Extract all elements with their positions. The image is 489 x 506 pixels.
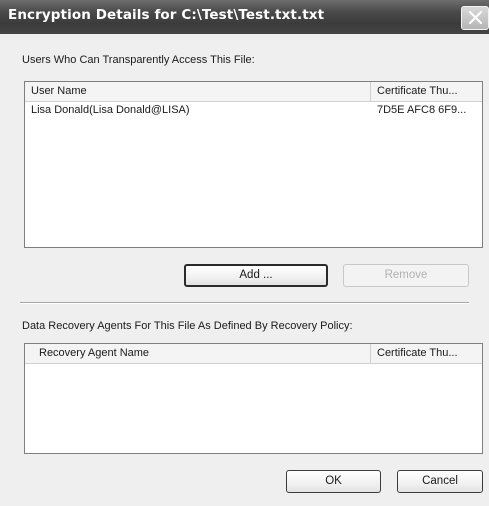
user-name-cell: Lisa Donald(Lisa Donald@LISA): [31, 104, 190, 116]
users-list[interactable]: User Name Certificate Thu... Lisa Donald…: [24, 81, 483, 248]
recovery-list-header: Recovery Agent Name Certificate Thu...: [25, 344, 482, 364]
window-title: Encryption Details for C:\Test\Test.txt.…: [8, 7, 325, 23]
remove-button[interactable]: Remove: [343, 264, 469, 287]
close-button[interactable]: [461, 6, 489, 30]
column-header-certificate[interactable]: Certificate Thu...: [370, 82, 482, 101]
recovery-section-label: Data Recovery Agents For This File As De…: [22, 320, 353, 332]
column-header-user-name[interactable]: User Name: [25, 82, 370, 101]
ok-button[interactable]: OK: [286, 470, 381, 493]
title-bar[interactable]: Encryption Details for C:\Test\Test.txt.…: [0, 0, 489, 34]
column-header-recovery-agent-name[interactable]: Recovery Agent Name: [25, 344, 370, 363]
cancel-button[interactable]: Cancel: [397, 470, 483, 493]
section-divider: [20, 302, 469, 304]
close-icon: [469, 11, 482, 24]
users-section-label: Users Who Can Transparently Access This …: [22, 54, 255, 66]
recovery-agents-list[interactable]: Recovery Agent Name Certificate Thu...: [24, 343, 483, 454]
column-header-recovery-certificate[interactable]: Certificate Thu...: [370, 344, 482, 363]
list-item[interactable]: Lisa Donald(Lisa Donald@LISA) 7D5E AFC8 …: [25, 102, 482, 119]
certificate-cell: 7D5E AFC8 6F9...: [377, 104, 467, 116]
encryption-details-dialog: Encryption Details for C:\Test\Test.txt.…: [0, 0, 489, 506]
users-list-header: User Name Certificate Thu...: [25, 82, 482, 102]
add-button[interactable]: Add ...: [184, 264, 328, 287]
